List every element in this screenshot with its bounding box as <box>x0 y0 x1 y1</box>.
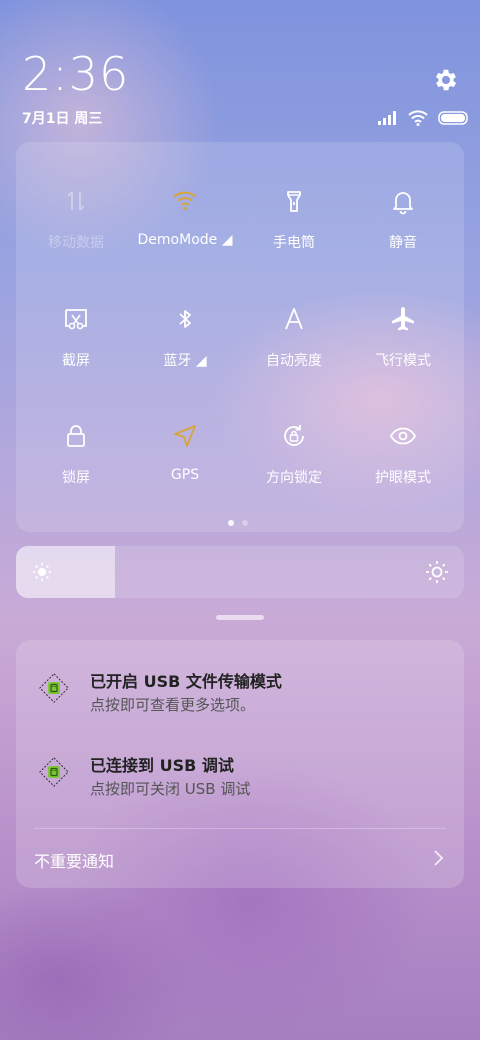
notification-body: 点按即可查看更多选项。 <box>90 696 256 714</box>
mobile-data-icon <box>67 191 85 211</box>
android-debug-icon <box>39 673 69 703</box>
notification-title: 已开启 USB 文件传输模式 <box>90 672 282 691</box>
tile-airplane-mode[interactable]: 飞行模式 <box>348 304 458 404</box>
tile-gps[interactable]: GPS <box>130 421 240 521</box>
divider <box>34 828 446 829</box>
page-indicator <box>228 520 248 526</box>
unimportant-label: 不重要通知 <box>34 852 115 871</box>
notification-body: 点按即可关闭 USB 调试 <box>90 780 251 798</box>
chevron-right-icon <box>434 850 444 866</box>
brightness-fill <box>16 546 115 598</box>
tile-label: 静音 <box>389 235 417 251</box>
android-debug-icon <box>39 757 69 787</box>
tile-silent[interactable]: 静音 <box>348 186 458 286</box>
bluetooth-icon <box>179 310 191 328</box>
unimportant-notifications-row[interactable]: 不重要通知 <box>16 830 464 886</box>
signal-icon <box>378 111 396 125</box>
drag-handle[interactable] <box>216 615 264 620</box>
tile-lock-screen[interactable]: 锁屏 <box>21 421 131 521</box>
gear-icon[interactable] <box>432 66 460 94</box>
sun-low-icon <box>33 563 51 581</box>
auto-brightness-icon <box>285 308 303 330</box>
system-status-icons <box>378 108 470 128</box>
gps-icon <box>174 425 196 447</box>
tile-eye-comfort[interactable]: 护眼模式 <box>348 421 458 521</box>
notification-usb-transfer[interactable]: 已开启 USB 文件传输模式 点按即可查看更多选项。 <box>16 640 464 714</box>
tile-label: 方向锁定 <box>266 470 322 486</box>
tile-label: 手电筒 <box>273 235 315 251</box>
eye-icon <box>389 427 417 445</box>
tile-screenshot[interactable]: 截屏 <box>21 304 131 404</box>
tile-auto-brightness[interactable]: 自动亮度 <box>239 304 349 404</box>
tile-label: DemoMode ◢ <box>137 232 233 248</box>
battery-icon <box>438 111 468 125</box>
airplane-icon <box>392 307 414 331</box>
tile-rotation-lock[interactable]: 方向锁定 <box>239 421 349 521</box>
clock-date: 7月1日 周三 <box>22 111 103 127</box>
rotation-lock-icon <box>284 425 304 446</box>
screenshot-icon <box>65 309 87 330</box>
page-dot-active <box>228 520 234 526</box>
brightness-slider[interactable] <box>16 546 464 598</box>
tile-demomode-wifi[interactable]: DemoMode ◢ <box>130 186 240 286</box>
tile-label: 蓝牙 ◢ <box>163 353 207 369</box>
tile-label: 截屏 <box>62 353 90 369</box>
notification-usb-debugging[interactable]: 已连接到 USB 调试 点按即可关闭 USB 调试 <box>16 724 464 798</box>
lock-icon <box>67 425 85 447</box>
tile-label: 自动亮度 <box>266 353 322 369</box>
tile-label: 护眼模式 <box>375 470 431 486</box>
flashlight-icon <box>287 191 301 212</box>
tile-bluetooth[interactable]: 蓝牙 ◢ <box>130 304 240 404</box>
wifi-icon <box>173 191 197 211</box>
tile-flashlight[interactable]: 手电筒 <box>239 186 349 286</box>
tile-label: GPS <box>170 467 200 483</box>
wifi-icon <box>408 110 428 126</box>
tile-mobile-data[interactable]: 移动数据 <box>21 186 131 286</box>
notification-title: 已连接到 USB 调试 <box>90 756 234 775</box>
bell-icon <box>393 192 413 215</box>
sun-high-icon <box>426 561 448 583</box>
page-dot <box>242 520 248 526</box>
tile-label: 移动数据 <box>48 235 104 251</box>
clock-time: 2:36 <box>22 47 130 101</box>
notification-panel: 已开启 USB 文件传输模式 点按即可查看更多选项。 已连接到 USB 调试 点… <box>16 640 464 888</box>
tile-label: 飞行模式 <box>375 353 431 369</box>
tile-label: 锁屏 <box>62 470 90 486</box>
